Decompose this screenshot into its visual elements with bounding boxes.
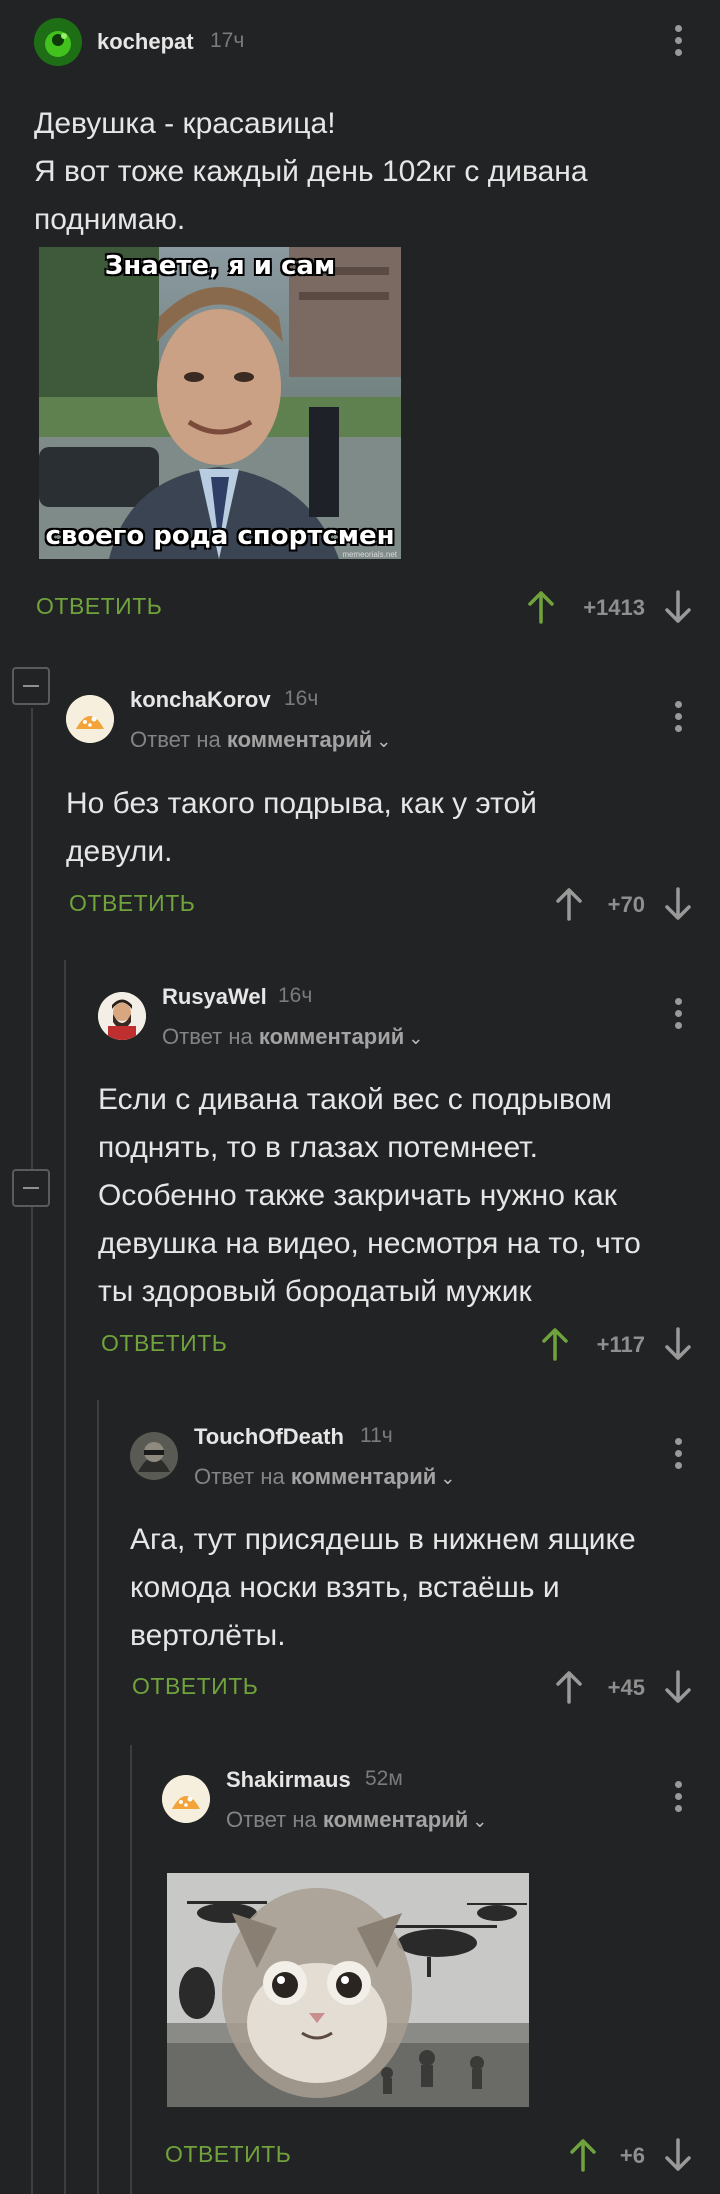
chevron-down-icon: ⌄ xyxy=(472,1811,488,1831)
collapse-thread-button[interactable] xyxy=(12,1169,50,1207)
downvote-icon[interactable] xyxy=(664,590,692,624)
comment-author[interactable]: konchaKorov xyxy=(130,687,271,713)
avatar-image-icon xyxy=(130,1432,178,1480)
avatar-image-icon xyxy=(162,1775,210,1823)
comment-text: Если с дивана такой вес с подрывом подня… xyxy=(98,1083,641,1308)
thread-line-level1 xyxy=(31,708,33,2194)
reply-to-link[interactable]: Ответ на комментарий ⌄ xyxy=(162,1024,423,1050)
more-options-icon[interactable] xyxy=(673,1438,683,1472)
upvote-icon[interactable] xyxy=(527,590,555,624)
upvote-icon[interactable] xyxy=(541,1327,569,1361)
comment-author[interactable]: RusyaWel xyxy=(162,984,267,1010)
meme-watermark: memeorials.net xyxy=(342,550,397,559)
thread-line-level2 xyxy=(64,960,66,2194)
reply-to-link[interactable]: Ответ на комментарий ⌄ xyxy=(194,1464,455,1490)
comment-score: +1413 xyxy=(583,595,645,620)
more-options-icon[interactable] xyxy=(673,701,683,735)
reply-button[interactable]: ОТВЕТИТЬ xyxy=(165,2141,291,2168)
comment-score: +45 xyxy=(607,1675,645,1700)
avatar[interactable] xyxy=(34,18,82,66)
downvote-icon[interactable] xyxy=(664,1327,692,1361)
more-options-icon[interactable] xyxy=(673,998,683,1032)
comment-score: +70 xyxy=(607,892,645,917)
reply-button[interactable]: ОТВЕТИТЬ xyxy=(69,890,195,917)
downvote-icon[interactable] xyxy=(664,2138,692,2172)
avatar-image-icon xyxy=(34,18,82,66)
upvote-icon[interactable] xyxy=(569,2138,597,2172)
more-options-icon[interactable] xyxy=(673,25,683,59)
comment-score: +6 xyxy=(619,2143,645,2168)
comment-time: 17ч xyxy=(210,29,245,52)
collapse-thread-button[interactable] xyxy=(12,667,50,705)
chevron-down-icon: ⌄ xyxy=(376,731,392,751)
reply-button[interactable]: ОТВЕТИТЬ xyxy=(101,1330,227,1357)
comment-time: 16ч xyxy=(278,984,313,1007)
chevron-down-icon: ⌄ xyxy=(408,1028,424,1048)
comment-text: Но без такого подрыва, как у этой девули… xyxy=(66,787,537,868)
meme-top-caption: Знаете, я и сам xyxy=(104,251,336,281)
avatar[interactable] xyxy=(162,1775,210,1823)
avatar-image-icon xyxy=(98,992,146,1040)
reply-button[interactable]: ОТВЕТИТЬ xyxy=(132,1673,258,1700)
reply-to-link[interactable]: Ответ на комментарий ⌄ xyxy=(226,1807,487,1833)
thread-line-level4 xyxy=(130,1745,132,2194)
attached-image[interactable] xyxy=(167,1873,529,2107)
meme-bottom-caption: своего рода спортсмен xyxy=(45,521,395,551)
comment-score: +117 xyxy=(596,1332,645,1357)
thread-line-level3 xyxy=(97,1400,99,2194)
comment-time: 11ч xyxy=(360,1424,393,1447)
downvote-icon[interactable] xyxy=(664,1670,692,1704)
reply-to-link[interactable]: Ответ на комментарий ⌄ xyxy=(130,727,391,753)
upvote-icon[interactable] xyxy=(555,887,583,921)
comment-time: 16ч xyxy=(284,687,319,710)
comment-text: Ага, тут присядешь в нижнем ящике комода… xyxy=(130,1523,636,1652)
avatar[interactable] xyxy=(66,695,114,743)
avatar[interactable] xyxy=(130,1432,178,1480)
comment-author[interactable]: kochepat xyxy=(97,29,194,55)
cat-helicopters-photo-icon xyxy=(167,1873,529,2107)
more-options-icon[interactable] xyxy=(673,1781,683,1815)
meme-image[interactable]: Знаете, я и сам своего рода спортсмен me… xyxy=(39,247,401,559)
comment-text: Девушка - красавица! Я вот тоже каждый д… xyxy=(34,107,588,236)
comment-author[interactable]: TouchOfDeath xyxy=(194,1424,344,1450)
comment-time: 52м xyxy=(365,1767,403,1790)
chevron-down-icon: ⌄ xyxy=(440,1468,456,1488)
reply-button[interactable]: ОТВЕТИТЬ xyxy=(36,593,162,620)
avatar-image-icon xyxy=(66,695,114,743)
downvote-icon[interactable] xyxy=(664,887,692,921)
comment-author[interactable]: Shakirmaus xyxy=(226,1767,351,1793)
meme-photo-icon xyxy=(39,247,401,559)
avatar[interactable] xyxy=(98,992,146,1040)
upvote-icon[interactable] xyxy=(555,1670,583,1704)
